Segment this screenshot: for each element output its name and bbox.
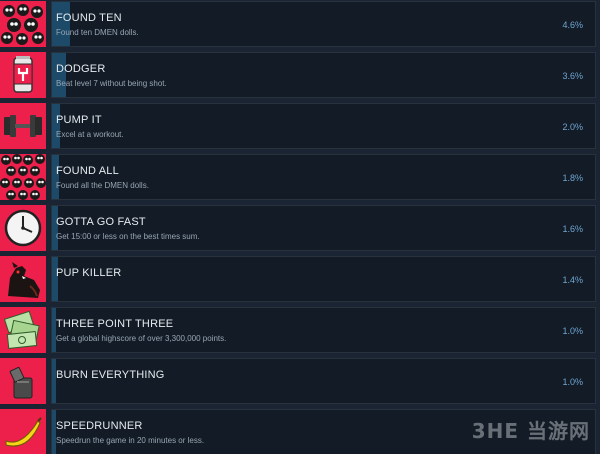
achievement-panel: GOTTA GO FAST Get 15:00 or less on the b…: [51, 205, 596, 251]
achievement-description: Found ten DMEN dolls.: [56, 28, 139, 37]
unlock-rate-bar: [52, 206, 58, 250]
achievement-description: Speedrun the game in 20 minutes or less.: [56, 436, 205, 445]
unlock-percent: 1.0%: [562, 326, 583, 336]
unlock-rate-bar: [52, 2, 70, 46]
unlock-rate-bar: [52, 257, 58, 301]
achievement-title: PUP KILLER: [56, 267, 122, 279]
dumbbell-icon: [0, 103, 46, 149]
unlock-rate-bar: [52, 53, 66, 97]
achievement-row[interactable]: THREE POINT THREE Get a global highscore…: [0, 306, 600, 354]
dmen-dolls-group-icon: [0, 1, 46, 47]
achievement-title: DODGER: [56, 63, 106, 75]
achievement-title: SPEEDRUNNER: [56, 420, 143, 432]
achievement-panel: BURN EVERYTHING 1.0%: [51, 358, 596, 404]
achievement-title: PUMP IT: [56, 114, 102, 126]
cash-money-icon: [0, 307, 46, 353]
soda-can-icon: [0, 52, 46, 98]
unlock-rate-bar: [52, 410, 56, 454]
unlock-percent: 2.0%: [562, 122, 583, 132]
unlock-rate-bar: [52, 155, 59, 199]
achievement-title: FOUND TEN: [56, 12, 122, 24]
achievement-panel: FOUND TEN Found ten DMEN dolls. 4.6%: [51, 1, 596, 47]
unlock-rate-bar: [52, 308, 56, 352]
achievement-row[interactable]: DODGER Beat level 7 without being shot. …: [0, 51, 600, 99]
achievement-panel: DODGER Beat level 7 without being shot. …: [51, 52, 596, 98]
achievement-panel: PUMP IT Excel at a workout. 2.0%: [51, 103, 596, 149]
achievement-row[interactable]: GOTTA GO FAST Get 15:00 or less on the b…: [0, 204, 600, 252]
achievement-panel: THREE POINT THREE Get a global highscore…: [51, 307, 596, 353]
clock-icon: [0, 205, 46, 251]
achievement-description: Found all the DMEN dolls.: [56, 181, 149, 190]
unlock-percent: 1.0%: [562, 377, 583, 387]
site-watermark: 3HE 当游网: [471, 419, 590, 443]
unlock-percent: 1.8%: [562, 173, 583, 183]
achievement-list: FOUND TEN Found ten DMEN dolls. 4.6% DOD…: [0, 0, 600, 454]
unlock-percent: 1.4%: [562, 275, 583, 285]
achievement-row[interactable]: PUP KILLER 1.4%: [0, 255, 600, 303]
zippo-lighter-icon: [0, 358, 46, 404]
unlock-percent: 4.6%: [562, 20, 583, 30]
unlock-percent: 1.6%: [562, 224, 583, 234]
dmen-dolls-crowd-icon: [0, 154, 46, 200]
achievement-title: BURN EVERYTHING: [56, 369, 165, 381]
achievement-row[interactable]: FOUND TEN Found ten DMEN dolls. 4.6%: [0, 0, 600, 48]
unlock-percent: 3.6%: [562, 71, 583, 81]
unlock-rate-bar: [52, 104, 60, 148]
achievement-title: THREE POINT THREE: [56, 318, 174, 330]
banana-icon: [0, 409, 46, 454]
achievement-row[interactable]: FOUND ALL Found all the DMEN dolls. 1.8%: [0, 153, 600, 201]
achievement-title: FOUND ALL: [56, 165, 119, 177]
achievement-description: Get 15:00 or less on the best times sum.: [56, 232, 200, 241]
unlock-rate-bar: [52, 359, 56, 403]
achievement-description: Excel at a workout.: [56, 130, 124, 139]
achievement-description: Beat level 7 without being shot.: [56, 79, 167, 88]
achievement-row[interactable]: PUMP IT Excel at a workout. 2.0%: [0, 102, 600, 150]
achievement-panel: FOUND ALL Found all the DMEN dolls. 1.8%: [51, 154, 596, 200]
achievement-panel: PUP KILLER 1.4%: [51, 256, 596, 302]
achievement-description: Get a global highscore of over 3,300,000…: [56, 334, 227, 343]
achievement-row[interactable]: BURN EVERYTHING 1.0%: [0, 357, 600, 405]
achievement-title: GOTTA GO FAST: [56, 216, 146, 228]
dog-icon: [0, 256, 46, 302]
